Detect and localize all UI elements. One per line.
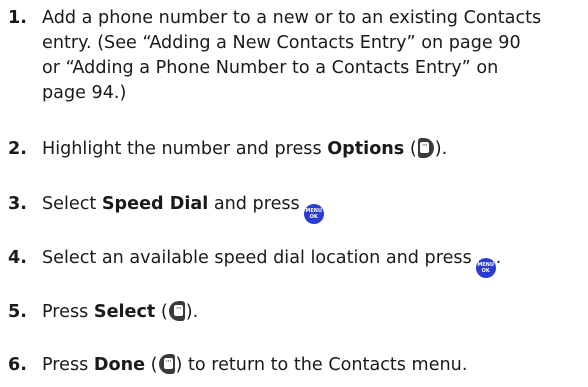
step-text-pre: Select an available speed dial location … <box>42 248 472 268</box>
step-1: 1. Add a phone number to a new or to an … <box>8 6 576 106</box>
paren-close: ) to return to the Contacts menu. <box>175 355 468 375</box>
step-text-pre: Select <box>42 194 102 214</box>
step-2: 2. Highlight the number and press Option… <box>8 137 576 162</box>
step-text-post: . <box>495 248 502 268</box>
step-line: entry. (See “Adding a New Contacts Entry… <box>42 33 521 53</box>
step-text: Press Select (···). <box>42 300 576 325</box>
step-number: 4. <box>8 248 27 268</box>
step-text: Select an available speed dial location … <box>42 246 576 278</box>
paren-close: ). <box>434 139 448 159</box>
paren-open: ( <box>145 355 158 375</box>
step-6: 6. Press Done (···) to return to the Con… <box>8 353 576 378</box>
step-bold-term: Select <box>93 302 156 322</box>
step-number: 5. <box>8 302 27 322</box>
step-text: Highlight the number and press Options (… <box>42 137 576 162</box>
left-softkey-icon: ··· <box>168 301 185 321</box>
step-4: 4. Select an available speed dial locati… <box>8 246 576 278</box>
step-number: 3. <box>8 194 27 214</box>
step-line: page 94.) <box>42 83 127 103</box>
step-bold-term: Done <box>93 355 146 375</box>
step-number: 1. <box>8 8 27 28</box>
step-text-pre: Press <box>42 355 94 375</box>
step-text-pre: Press <box>42 302 94 322</box>
step-bold-term: Options <box>327 139 405 159</box>
step-5: 5. Press Select (···). <box>8 300 576 325</box>
instruction-page: 1. Add a phone number to a new or to an … <box>0 0 588 387</box>
step-text-post: and press <box>208 194 300 214</box>
step-line: or “Adding a Phone Number to a Contacts … <box>42 58 499 78</box>
step-text: Press Done (···) to return to the Contac… <box>42 353 576 378</box>
step-text-pre: Highlight the number and press <box>42 139 328 159</box>
paren-open: ( <box>404 139 417 159</box>
step-text: Select Speed Dial and press MENU OK <box>42 192 576 224</box>
step-bold-term: Speed Dial <box>101 194 209 214</box>
step-number: 6. <box>8 355 27 375</box>
right-softkey-icon: ··· <box>417 138 434 158</box>
menu-ok-key-icon: MENU OK <box>303 204 324 224</box>
step-3: 3. Select Speed Dial and press MENU OK <box>8 192 576 224</box>
left-softkey-icon: ··· <box>158 354 175 374</box>
paren-close: ). <box>185 302 199 322</box>
menu-ok-key-icon: MENU OK <box>475 258 496 278</box>
paren-open: ( <box>155 302 168 322</box>
step-number: 2. <box>8 139 27 159</box>
step-text: Add a phone number to a new or to an exi… <box>42 6 576 106</box>
step-line: Add a phone number to a new or to an exi… <box>42 8 542 28</box>
